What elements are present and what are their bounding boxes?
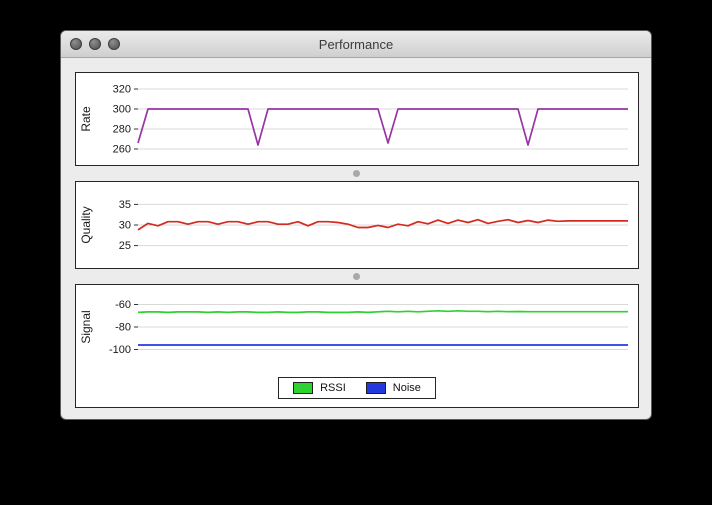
rate-panel: 260 280 300 320 Rate (75, 72, 639, 166)
signal-chart: -100 -80 -60 Signal (79, 299, 628, 356)
svg-text:260: 260 (113, 144, 131, 156)
minimize-button[interactable] (89, 38, 101, 50)
legend-item-rssi: RSSI (293, 382, 346, 394)
svg-text:-80: -80 (115, 322, 131, 334)
close-button[interactable] (70, 38, 82, 50)
legend-row: RSSI Noise (76, 377, 638, 399)
svg-text:Quality: Quality (79, 206, 93, 243)
quality-chart: 25 30 35 Quality (79, 199, 628, 252)
zoom-button[interactable] (108, 38, 120, 50)
svg-text:280: 280 (113, 124, 131, 136)
signal-panel: -100 -80 -60 Signal RSSI Noise (75, 284, 639, 408)
pane-gap (75, 269, 637, 284)
svg-text:25: 25 (119, 240, 131, 252)
window-content: 260 280 300 320 Rate 25 30 35 Quality -100 -80 -6… (61, 58, 651, 422)
svg-text:300: 300 (113, 104, 131, 116)
title-bar[interactable]: Performance (61, 31, 651, 58)
svg-text:35: 35 (119, 199, 131, 211)
svg-text:-100: -100 (109, 344, 131, 356)
noise-swatch-icon (365, 382, 386, 394)
performance-window: Performance 260 280 300 320 Rate 25 30 35 Quali… (60, 30, 652, 420)
pane-splitter-handle[interactable] (352, 273, 360, 280)
pane-splitter-handle[interactable] (352, 170, 360, 177)
svg-text:320: 320 (113, 84, 131, 96)
quality-panel: 25 30 35 Quality (75, 181, 639, 269)
pane-gap (75, 166, 637, 181)
svg-text:-60: -60 (115, 299, 131, 311)
legend-item-noise: Noise (365, 382, 421, 394)
screen: { "window": { "title": "Performance", "b… (0, 0, 712, 505)
window-controls (70, 31, 120, 57)
svg-text:Signal: Signal (79, 310, 93, 343)
window-title: Performance (318, 36, 394, 52)
signal-legend: RSSI Noise (278, 377, 436, 399)
rssi-swatch-icon (293, 382, 314, 394)
legend-label-noise: Noise (392, 382, 421, 394)
legend-label-rssi: RSSI (320, 382, 346, 394)
rate-chart: 260 280 300 320 Rate (79, 84, 628, 156)
svg-text:30: 30 (119, 220, 131, 232)
svg-text:Rate: Rate (79, 106, 93, 132)
